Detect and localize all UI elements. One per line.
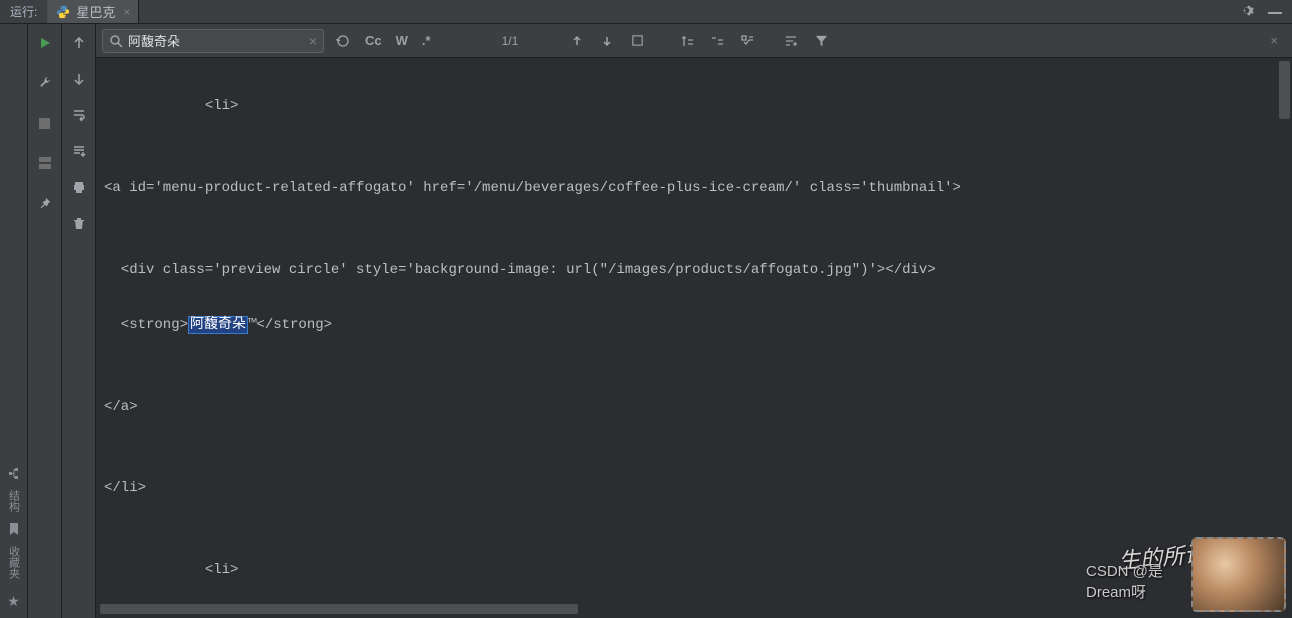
history-icon[interactable] <box>332 30 354 52</box>
print-icon[interactable] <box>68 176 90 198</box>
filter-settings-icon[interactable] <box>780 30 802 52</box>
pin-icon[interactable] <box>34 192 56 214</box>
code-line: </li> <box>104 475 1284 502</box>
clear-search-icon[interactable]: × <box>309 33 317 49</box>
tab-close-icon[interactable]: × <box>123 5 130 19</box>
search-icon <box>109 34 123 48</box>
file-tab[interactable]: 星巴克 × <box>48 0 139 23</box>
run-sidebar <box>28 24 62 618</box>
prev-match-icon[interactable] <box>566 30 588 52</box>
select-occurrences-icon[interactable] <box>736 30 758 52</box>
run-button[interactable] <box>34 32 56 54</box>
close-search-icon[interactable]: × <box>1270 33 1278 48</box>
gear-icon[interactable] <box>1239 3 1254 21</box>
far-left-bar: 结构 收藏夹 ★ <box>0 24 28 618</box>
python-icon <box>56 5 70 19</box>
minimize-icon[interactable] <box>1268 10 1282 14</box>
match-case-button[interactable]: Cc <box>362 33 385 48</box>
search-highlight: 阿馥奇朵 <box>188 316 248 334</box>
regex-button[interactable]: .* <box>419 33 434 48</box>
horizontal-scrollbar[interactable] <box>100 604 578 614</box>
tab-name: 星巴克 <box>76 2 115 21</box>
code-line: <strong>阿馥奇朵™</strong> <box>104 312 1284 339</box>
star-icon[interactable]: ★ <box>7 593 20 610</box>
search-input[interactable] <box>128 33 309 48</box>
down-arrow-icon[interactable] <box>68 68 90 90</box>
remove-selection-icon[interactable] <box>706 30 728 52</box>
wrench-icon[interactable] <box>34 72 56 94</box>
code-line: </a> <box>104 394 1284 421</box>
stop-button[interactable] <box>34 112 56 134</box>
add-selection-icon[interactable] <box>676 30 698 52</box>
action-sidebar <box>62 24 96 618</box>
code-line: <a id='menu-product-related-affogato' hr… <box>104 175 1284 202</box>
favorites-label[interactable]: 收藏夹 <box>6 546 22 579</box>
layout-icon[interactable] <box>34 152 56 174</box>
trash-icon[interactable] <box>68 212 90 234</box>
structure-label[interactable]: 结构 <box>6 490 22 512</box>
match-count: 1/1 <box>442 34 559 48</box>
scroll-end-icon[interactable] <box>68 140 90 162</box>
title-bar: 运行: 星巴克 × <box>0 0 1292 24</box>
select-all-icon[interactable] <box>626 30 648 52</box>
filter-icon[interactable] <box>810 30 832 52</box>
soft-wrap-icon[interactable] <box>68 104 90 126</box>
find-toolbar: × Cc W .* 1/1 <box>96 24 1292 58</box>
code-line: <li> <box>104 557 1284 584</box>
up-arrow-icon[interactable] <box>68 32 90 54</box>
structure-icon[interactable] <box>7 466 21 480</box>
bookmark-icon[interactable] <box>7 522 21 536</box>
search-box[interactable]: × <box>102 29 324 53</box>
console-output[interactable]: <li> <a id='menu-product-related-affogat… <box>96 58 1292 618</box>
code-line: <li> <box>104 93 1284 120</box>
words-button[interactable]: W <box>393 33 411 48</box>
next-match-icon[interactable] <box>596 30 618 52</box>
code-line: <div class='preview circle' style='backg… <box>104 257 1284 284</box>
vertical-scrollbar[interactable] <box>1279 61 1290 119</box>
run-label: 运行: <box>0 0 48 23</box>
